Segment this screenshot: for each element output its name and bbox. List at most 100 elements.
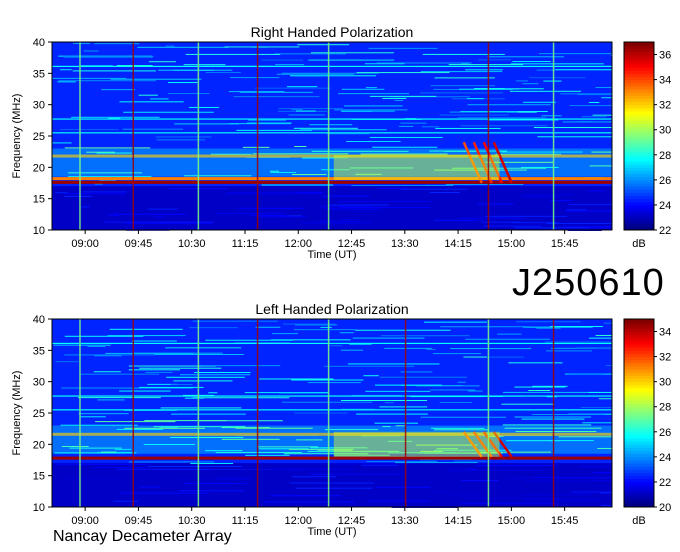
noise-streak [109, 328, 183, 330]
noise-streak [534, 477, 597, 479]
noise-streak [72, 70, 156, 72]
noise-streak [307, 382, 361, 384]
colorbar-segment [624, 132, 654, 137]
noise-streak [292, 476, 337, 478]
noise-streak [352, 211, 398, 213]
noise-streak [270, 495, 342, 497]
noise-streak [589, 227, 612, 229]
noise-streak [369, 95, 437, 97]
colorbar-segment [624, 114, 654, 118]
noise-streak [129, 461, 214, 463]
noise-streak [293, 329, 357, 331]
colorbar-segment [624, 425, 654, 430]
noise-streak [536, 327, 561, 329]
interference-column [197, 42, 200, 230]
colorbar-segment [624, 481, 654, 486]
colorbar-segment [624, 438, 654, 442]
noise-streak [605, 365, 612, 367]
colorbar-segment [624, 372, 654, 376]
colorbar-segment [624, 136, 654, 140]
noise-streak [170, 384, 193, 386]
noise-streak [423, 321, 487, 323]
noise-streak [206, 469, 302, 471]
noise-streak [320, 326, 332, 328]
noise-streak [592, 472, 612, 474]
noise-streak [477, 203, 514, 205]
noise-streak [296, 191, 323, 193]
x-tick-label: 11:15 [232, 515, 259, 527]
colorbar-segment [624, 488, 654, 492]
colorbar-segment [624, 157, 654, 162]
colorbar-tick-label: 36 [659, 50, 671, 62]
noise-streak [224, 46, 300, 48]
noise-streak [347, 363, 440, 365]
interference-column [197, 319, 200, 507]
noise-streak [323, 365, 415, 367]
noise-streak [63, 195, 92, 197]
noise-streak [122, 128, 184, 130]
noise-streak [516, 80, 528, 82]
noise-streak [595, 348, 612, 350]
y-tick-label: 10 [33, 225, 45, 237]
noise-streak [368, 47, 438, 49]
colorbar-tick-label: 28 [659, 150, 671, 162]
colorbar-segment [624, 475, 654, 480]
y-tick-label: 15 [33, 471, 45, 483]
colorbar-segment [624, 204, 654, 209]
noise-streak [259, 378, 334, 380]
colorbar-segment [624, 322, 654, 326]
noise-streak [94, 355, 122, 357]
colorbar-segment [624, 54, 654, 59]
colorbar-segment [624, 387, 654, 392]
noise-streak [483, 225, 542, 227]
noise-streak [588, 101, 600, 103]
noise-streak [154, 221, 214, 223]
colorbar-segment [624, 400, 654, 405]
strong-band [52, 180, 612, 184]
noise-streak [245, 454, 290, 456]
interference-column [487, 42, 490, 230]
noise-streak [587, 190, 605, 192]
interference-column [404, 319, 407, 507]
noise-streak [337, 201, 434, 203]
noise-streak [374, 384, 442, 386]
noise-streak [466, 98, 484, 100]
y-tick-label: 20 [33, 439, 45, 451]
noise-streak [55, 463, 151, 465]
noise-streak [293, 127, 358, 129]
noise-streak [465, 69, 503, 71]
x-tick-label: 15:00 [498, 515, 526, 527]
noise-streak [295, 76, 323, 78]
noise-streak [297, 44, 350, 46]
noise-streak [381, 335, 470, 337]
noise-streak [566, 209, 587, 211]
observation-id: J250610 [512, 262, 665, 304]
noise-streak [228, 91, 285, 93]
noise-streak [309, 124, 353, 126]
colorbar-segment [624, 92, 654, 96]
noise-streak [123, 111, 214, 113]
y-tick-label: 40 [33, 37, 45, 49]
colorbar-segment [624, 441, 654, 445]
colorbar-segment [624, 337, 654, 342]
noise-streak [594, 195, 612, 197]
noise-streak [274, 53, 346, 55]
colorbar-segment [624, 189, 654, 193]
colorbar-segment [624, 419, 654, 423]
noise-streak [600, 492, 612, 494]
noise-streak [177, 478, 246, 480]
colorbar-label: dB [632, 515, 645, 527]
colorbar-segment [624, 220, 654, 225]
colorbar-segment [624, 198, 654, 203]
noise-streak [183, 64, 226, 66]
noise-streak [65, 193, 126, 195]
noise-streak [439, 401, 472, 403]
colorbar-segment [624, 195, 654, 200]
noise-streak [263, 501, 354, 503]
x-tick-label: 15:45 [551, 515, 579, 527]
noise-streak [261, 184, 334, 186]
noise-streak [467, 186, 520, 188]
noise-streak [71, 116, 160, 118]
noise-streak [167, 92, 210, 94]
colorbar-segment [624, 334, 654, 339]
